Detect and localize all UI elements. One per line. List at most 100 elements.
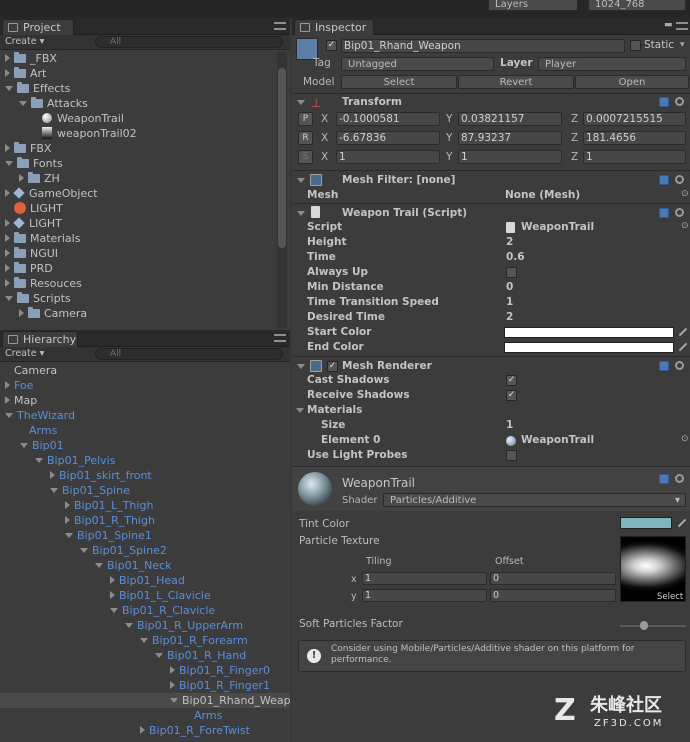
hierarchy-row[interactable]: Bip01_R_Thigh <box>0 513 290 528</box>
meshrenderer-help-icon[interactable] <box>659 361 669 371</box>
expand-arrow-icon[interactable] <box>95 563 103 568</box>
hierarchy-row[interactable]: Arms <box>0 423 290 438</box>
weapontrail-help-icon[interactable] <box>659 208 669 218</box>
expand-arrow-icon[interactable] <box>140 726 145 734</box>
height-value[interactable]: 2 <box>506 235 513 250</box>
expand-arrow-icon[interactable] <box>20 443 28 448</box>
expand-arrow-icon[interactable] <box>5 413 13 418</box>
tiling-y-field[interactable]: 1 <box>362 589 487 602</box>
expand-arrow-icon[interactable] <box>5 144 10 152</box>
rotation-y-field[interactable]: 87.93237 <box>458 131 562 145</box>
hierarchy-row[interactable]: Foe <box>0 378 290 393</box>
min-distance-value[interactable]: 0 <box>506 280 513 295</box>
layer-dropdown[interactable]: Player <box>538 57 686 71</box>
expand-arrow-icon[interactable] <box>5 69 10 77</box>
expand-arrow-icon[interactable] <box>5 279 10 287</box>
expand-arrow-icon[interactable] <box>110 608 118 613</box>
transform-help-icon[interactable] <box>659 97 669 107</box>
list-item[interactable]: Materials <box>5 231 80 246</box>
hierarchy-row[interactable]: Camera <box>0 363 290 378</box>
list-item[interactable]: Effects <box>5 81 70 96</box>
expand-arrow-icon[interactable] <box>155 653 163 658</box>
expand-arrow-icon[interactable] <box>5 54 10 62</box>
project-create-button[interactable]: Create ▾ <box>5 36 44 48</box>
project-scroll-thumb[interactable] <box>278 68 286 248</box>
hierarchy-row[interactable]: Bip01_Neck <box>0 558 290 573</box>
list-item[interactable]: LIGHT <box>5 201 63 216</box>
material-gear-icon[interactable] <box>675 474 684 483</box>
scale-y-field[interactable]: 1 <box>458 150 562 164</box>
list-item[interactable]: Attacks <box>19 96 88 111</box>
soft-particles-slider[interactable] <box>620 621 686 630</box>
hierarchy-row[interactable]: Arms <box>0 708 290 723</box>
meshfilter-foldout-icon[interactable] <box>297 178 305 183</box>
scale-z-field[interactable]: 1 <box>583 150 686 164</box>
list-item[interactable]: FBX <box>5 141 51 156</box>
rotation-z-field[interactable]: 181.4656 <box>583 131 686 145</box>
transform-foldout-icon[interactable] <box>297 100 305 105</box>
hierarchy-row[interactable]: Bip01 <box>0 438 290 453</box>
meshfilter-gear-icon[interactable] <box>675 175 684 184</box>
element0-value[interactable]: WeaponTrail <box>521 433 594 448</box>
object-picker-icon[interactable]: ⊙ <box>681 189 689 199</box>
meshrenderer-foldout-icon[interactable] <box>297 364 305 369</box>
list-item[interactable]: PRD <box>5 261 53 276</box>
weapontrail-foldout-icon[interactable] <box>297 211 305 216</box>
expand-arrow-icon[interactable] <box>5 381 10 389</box>
model-revert-button[interactable]: Revert <box>458 75 574 89</box>
hierarchy-row[interactable]: Bip01_skirt_front <box>0 468 290 483</box>
expand-arrow-icon[interactable] <box>19 174 24 182</box>
tint-color-swatch[interactable] <box>620 517 672 529</box>
project-scrollbar[interactable] <box>277 52 287 328</box>
mesh-value[interactable]: None (Mesh) <box>505 188 580 203</box>
hierarchy-row[interactable]: Bip01_R_Forearm <box>0 633 290 648</box>
hierarchy-row[interactable]: Bip01_Head <box>0 573 290 588</box>
project-search-input[interactable]: All <box>95 36 283 48</box>
expand-arrow-icon[interactable] <box>50 488 58 493</box>
expand-arrow-icon[interactable] <box>5 234 10 242</box>
hierarchy-row[interactable]: Bip01_R_Finger1 <box>0 678 290 693</box>
hierarchy-row[interactable]: Map <box>0 393 290 408</box>
expand-arrow-icon[interactable] <box>5 396 10 404</box>
tiling-x-field[interactable]: 1 <box>362 572 487 585</box>
hierarchy-row[interactable]: TheWizard <box>0 408 290 423</box>
script-value[interactable]: WeaponTrail <box>521 220 594 235</box>
expand-arrow-icon[interactable] <box>65 501 70 509</box>
expand-arrow-icon[interactable] <box>170 698 178 703</box>
expand-arrow-icon[interactable] <box>80 548 88 553</box>
expand-arrow-icon[interactable] <box>5 161 13 166</box>
static-dropdown-icon[interactable]: ▾ <box>680 40 685 50</box>
static-checkbox[interactable] <box>630 40 641 51</box>
offset-y-field[interactable]: 0 <box>490 589 616 602</box>
end-color-swatch[interactable] <box>504 342 674 353</box>
expand-arrow-icon[interactable] <box>140 638 148 643</box>
expand-arrow-icon[interactable] <box>19 101 27 106</box>
hierarchy-row[interactable]: Bip01_Spine2 <box>0 543 290 558</box>
hierarchy-row[interactable]: Bip01_R_UpperArm <box>0 618 290 633</box>
hierarchy-row[interactable]: Bip01_Rhand_Weap <box>0 693 290 708</box>
list-item[interactable]: NGUI <box>5 246 58 261</box>
materials-size-value[interactable]: 1 <box>506 418 513 433</box>
tab-inspector[interactable]: Inspector <box>294 19 374 35</box>
inspector-menu-icon[interactable] <box>676 22 688 30</box>
expand-arrow-icon[interactable] <box>5 249 10 257</box>
offset-x-field[interactable]: 0 <box>490 572 616 585</box>
position-y-field[interactable]: 0.03821157 <box>458 112 562 126</box>
hierarchy-row[interactable]: Bip01_R_Hand <box>0 648 290 663</box>
expand-arrow-icon[interactable] <box>110 576 115 584</box>
meshrenderer-enabled-checkbox[interactable]: ✓ <box>327 361 338 372</box>
list-item[interactable]: WeaponTrail <box>33 111 124 126</box>
scale-x-field[interactable]: 1 <box>336 150 440 164</box>
list-item[interactable]: weaponTrail02 <box>33 126 137 141</box>
hierarchy-row[interactable]: Bip01_Spine <box>0 483 290 498</box>
model-open-button[interactable]: Open <box>575 75 689 89</box>
meshfilter-help-icon[interactable] <box>659 175 669 185</box>
transform-gear-icon[interactable] <box>675 97 684 106</box>
expand-arrow-icon[interactable] <box>35 458 43 463</box>
position-reset-button[interactable]: P <box>298 112 313 126</box>
lock-icon[interactable]: ▬ <box>664 20 673 30</box>
element0-picker-icon[interactable]: ⊙ <box>681 434 689 444</box>
material-help-icon[interactable] <box>659 474 669 484</box>
expand-arrow-icon[interactable] <box>5 189 10 197</box>
particle-texture-preview[interactable]: Select <box>620 536 686 602</box>
